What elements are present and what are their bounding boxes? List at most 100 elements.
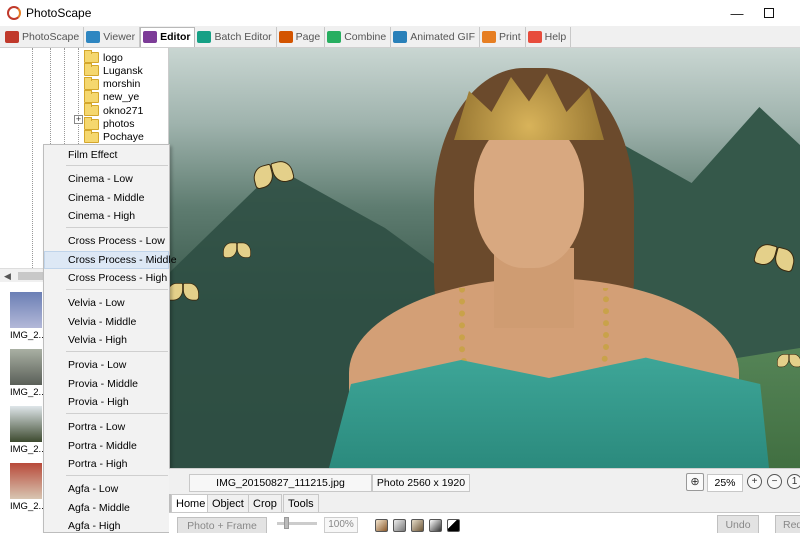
percent-field[interactable]: 100%: [324, 517, 358, 533]
photo-canvas[interactable]: [169, 48, 800, 468]
zoom-out-icon[interactable]: −: [767, 474, 782, 489]
brown-tone-icon[interactable]: [375, 519, 388, 532]
page-icon: [278, 30, 293, 43]
editor-panel: Photo + Frame 100% Undo Redo: [169, 512, 800, 533]
thumbnail-item[interactable]: IMG_2...: [10, 463, 47, 512]
contrast-icon[interactable]: [447, 519, 460, 532]
folder-icon: [84, 116, 99, 130]
menu-item-cinema-high[interactable]: Cinema - High: [44, 207, 169, 225]
folder-label: morshin: [103, 78, 141, 91]
folder-label: Lugansk: [103, 64, 143, 77]
tab-print[interactable]: Print: [480, 26, 526, 47]
scroll-left-icon[interactable]: ◀: [4, 271, 11, 282]
photo-frame-button[interactable]: Photo + Frame: [177, 517, 267, 533]
main-tab-bar: PhotoScape Viewer Editor Batch Editor Page Co…: [0, 26, 800, 48]
filename-display: IMG_20150827_111215.jpg: [189, 474, 372, 492]
folder-label: photos: [103, 118, 135, 130]
tree-guide-line: [32, 48, 33, 270]
tree-folder[interactable]: new_ye: [84, 89, 139, 104]
gray-tone-icon[interactable]: [393, 519, 406, 532]
window-title: PhotoScape: [26, 6, 92, 20]
thumbnail-item[interactable]: IMG_2...: [10, 349, 47, 398]
photo-face: [474, 118, 584, 268]
expand-icon[interactable]: +: [74, 115, 83, 124]
folder-icon: [84, 50, 99, 63]
thumbnail-strip: IMG_2... IMG_2... IMG_2... IMG_2...: [0, 282, 47, 533]
menu-item-velvia-middle[interactable]: Velvia - Middle: [44, 313, 169, 331]
zoom-level[interactable]: 25%: [707, 474, 743, 492]
thumbnail-label: IMG_2...: [10, 330, 47, 341]
menu-item-provia-high[interactable]: Provia - High: [44, 393, 169, 411]
tree-folder[interactable]: Pochaye: [84, 129, 144, 144]
editor-tab-tools[interactable]: Tools: [283, 494, 319, 512]
zoom-fit-icon[interactable]: ⊕: [686, 473, 704, 491]
tree-folder[interactable]: photos: [84, 116, 135, 131]
menu-item-agfa-high[interactable]: Agfa - High: [44, 517, 169, 533]
viewer-icon: [86, 30, 101, 43]
menu-item-cross-process-high[interactable]: Cross Process - High: [44, 269, 169, 287]
menu-item-provia-low[interactable]: Provia - Low: [44, 356, 169, 374]
help-icon: [527, 30, 542, 43]
editor-tab-crop[interactable]: Crop: [248, 494, 282, 512]
menu-item-velvia-low[interactable]: Velvia - Low: [44, 294, 169, 312]
menu-item-portra-high[interactable]: Portra - High: [44, 455, 169, 473]
zoom-in-icon[interactable]: +: [747, 474, 762, 489]
menu-item-portra-low[interactable]: Portra - Low: [44, 418, 169, 436]
tab-label: Animated GIF: [410, 30, 476, 43]
thumbnail-item[interactable]: IMG_2...: [10, 406, 46, 455]
tab-label: Batch Editor: [214, 30, 272, 43]
tab-animated-gif[interactable]: Animated GIF: [391, 26, 481, 47]
butterfly-icon: [777, 354, 800, 372]
menu-separator: [66, 351, 168, 352]
thumbnail-label: IMG_2...: [10, 387, 47, 398]
tab-page[interactable]: Page: [277, 26, 326, 47]
tree-folder[interactable]: morshin: [84, 76, 141, 91]
photoscape-icon: [5, 30, 19, 43]
editor-tab-object[interactable]: Object: [207, 494, 249, 512]
frame-slider-track[interactable]: [277, 522, 317, 525]
menu-separator: [66, 475, 168, 476]
folder-icon: [84, 89, 99, 103]
editor-tab-home[interactable]: Home: [171, 494, 211, 512]
tab-photoscape[interactable]: PhotoScape: [3, 26, 85, 47]
tab-label: Viewer: [103, 30, 136, 43]
folder-icon: [84, 63, 99, 77]
tab-viewer[interactable]: Viewer: [84, 26, 141, 47]
photo-info-bar: IMG_20150827_111215.jpg Photo 2560 x 192…: [169, 468, 800, 494]
editor-icon: [143, 31, 158, 43]
tree-folder[interactable]: logo: [84, 50, 123, 64]
folder-label: Pochaye: [103, 131, 144, 144]
tab-batch-editor[interactable]: Batch Editor: [195, 26, 277, 47]
menu-item-velvia-high[interactable]: Velvia - High: [44, 331, 169, 349]
menu-separator: [66, 227, 168, 228]
menu-item-cinema-low[interactable]: Cinema - Low: [44, 170, 169, 188]
menu-separator: [66, 165, 168, 166]
menu-item-agfa-middle[interactable]: Agfa - Middle: [44, 499, 169, 517]
folder-label: logo: [103, 51, 123, 64]
photoscape-logo-icon: [7, 6, 21, 20]
tab-help[interactable]: Help: [526, 26, 572, 47]
redo-button[interactable]: Redo: [775, 515, 800, 533]
sepia-tone-icon[interactable]: [411, 519, 424, 532]
menu-item-portra-middle[interactable]: Portra - Middle: [44, 437, 169, 455]
undo-button[interactable]: Undo: [717, 515, 759, 533]
mono-tone-icon[interactable]: [429, 519, 442, 532]
tree-folder[interactable]: okno271: [84, 103, 143, 117]
menu-item-cinema-middle[interactable]: Cinema - Middle: [44, 189, 169, 207]
tab-label: PhotoScape: [22, 30, 80, 43]
menu-header-film-effect[interactable]: Film Effect: [44, 146, 169, 164]
menu-item-cross-process-middle[interactable]: Cross Process - Middle: [44, 250, 177, 269]
menu-item-agfa-low[interactable]: Agfa - Low: [44, 480, 169, 498]
frame-slider-handle[interactable]: [284, 517, 289, 529]
thumbnail-label: IMG_2...: [10, 501, 47, 512]
tab-combine[interactable]: Combine: [325, 26, 392, 47]
actual-size-icon[interactable]: 1: [787, 474, 800, 489]
thumbnail-image: [10, 406, 42, 442]
tab-editor[interactable]: Editor: [140, 26, 196, 47]
menu-item-cross-process-low[interactable]: Cross Process - Low: [44, 232, 169, 250]
folder-icon: [84, 103, 99, 117]
thumbnail-item[interactable]: IMG_2...: [10, 292, 47, 341]
menu-item-provia-middle[interactable]: Provia - Middle: [44, 375, 169, 393]
tree-folder[interactable]: Lugansk: [84, 63, 143, 77]
maximize-button[interactable]: [746, 0, 792, 26]
